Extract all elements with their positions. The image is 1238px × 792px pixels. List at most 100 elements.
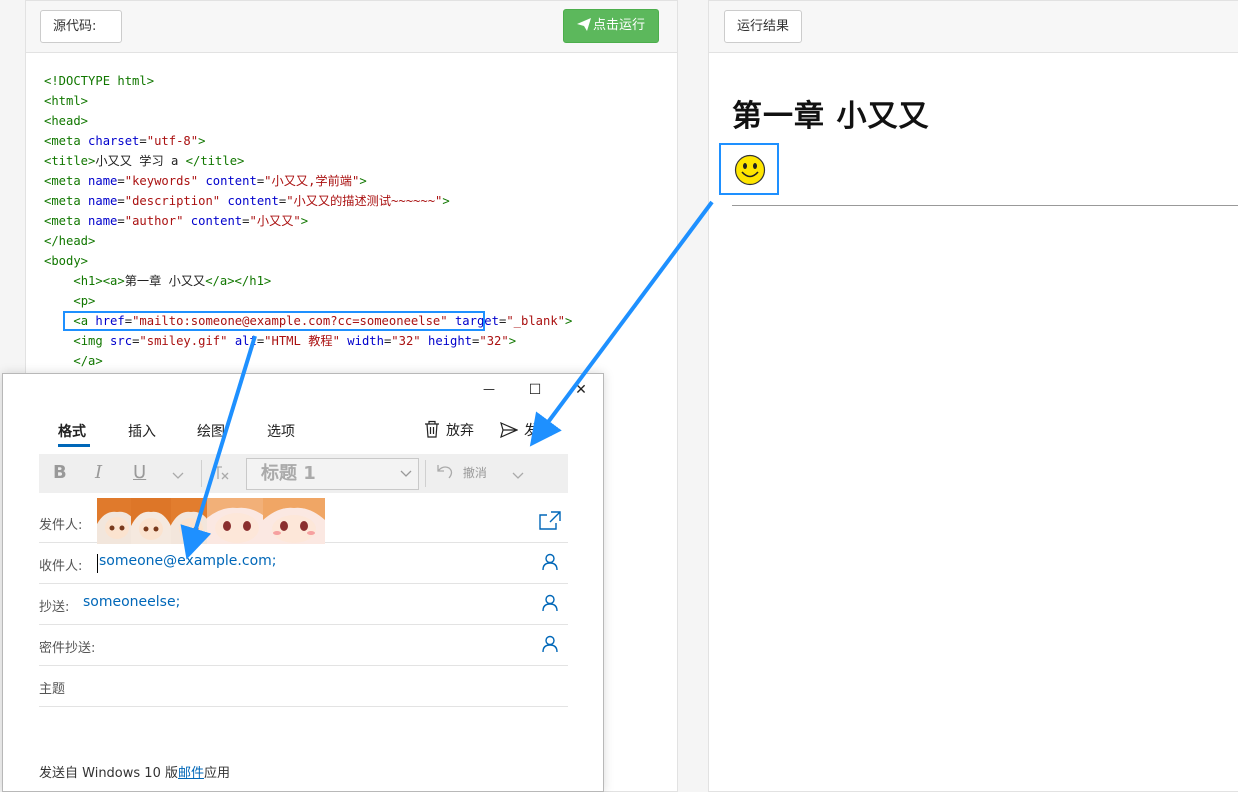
maximize-button[interactable]: ☐ xyxy=(521,382,549,398)
run-button-label: 点击运行 xyxy=(593,18,646,33)
popout-icon[interactable] xyxy=(538,510,562,534)
code-token: name xyxy=(88,174,118,188)
code-token: <body> xyxy=(44,254,89,268)
code-token: "_blank" xyxy=(506,314,566,328)
avatar xyxy=(263,498,325,544)
code-token: > xyxy=(508,334,517,348)
code-line: <body> xyxy=(44,251,572,271)
code-token: <meta xyxy=(44,194,89,208)
subject-label: 主题 xyxy=(39,682,66,697)
paper-plane-icon xyxy=(577,12,591,44)
tab-draw[interactable]: 绘图 xyxy=(197,421,225,441)
to-field[interactable]: someone@example.com; xyxy=(99,553,277,569)
code-token: "32" xyxy=(479,334,509,348)
avatar xyxy=(207,498,267,544)
mail-signature: 发送自 Windows 10 版邮件应用 xyxy=(39,762,230,781)
code-token: width xyxy=(347,334,384,348)
code-token: = xyxy=(117,194,125,208)
send-label: 发送 xyxy=(524,423,552,439)
avatar xyxy=(131,498,171,544)
mailto-highlight-box xyxy=(63,311,485,331)
source-code-label[interactable]: 源代码: xyxy=(40,10,122,43)
run-result-label[interactable]: 运行结果 xyxy=(724,10,803,43)
sender-avatars[interactable] xyxy=(97,498,325,544)
code-line: <!DOCTYPE html> xyxy=(44,71,572,91)
chevron-down-icon[interactable] xyxy=(512,464,524,485)
code-token: <h1><a> xyxy=(73,274,125,288)
code-token: </title> xyxy=(185,154,245,168)
code-token: content xyxy=(227,194,279,208)
tab-format[interactable]: 格式 xyxy=(58,421,86,441)
code-line: <html> xyxy=(44,91,572,111)
chevron-down-icon xyxy=(400,459,412,489)
code-line: <meta name="description" content="小又又的描述… xyxy=(44,191,572,211)
subject-row[interactable]: 主题 xyxy=(39,666,568,707)
code-token: = xyxy=(139,134,147,148)
heading-select-value: 标题 1 xyxy=(261,463,316,484)
code-token: "utf-8" xyxy=(146,134,199,148)
code-token: 小又又 学习 a xyxy=(95,154,186,168)
trash-icon xyxy=(425,420,439,438)
person-icon[interactable] xyxy=(542,553,558,575)
italic-button[interactable]: I xyxy=(95,462,102,483)
underline-button[interactable]: U xyxy=(133,462,146,483)
run-button[interactable]: 点击运行 xyxy=(563,9,660,44)
bold-button[interactable]: B xyxy=(53,462,67,483)
signature-prefix: 发送自 Windows 10 版 xyxy=(39,766,178,781)
code-line: </head> xyxy=(44,231,572,251)
close-button[interactable]: ✕ xyxy=(567,382,595,398)
send-button[interactable]: 发送 xyxy=(500,420,552,440)
code-token: content xyxy=(190,214,243,228)
text-cursor xyxy=(97,554,98,573)
heading-select[interactable]: 标题 1 xyxy=(246,458,419,490)
minimize-button[interactable]: — xyxy=(475,382,503,396)
cc-label: 抄送: xyxy=(39,600,70,615)
code-token: "description" xyxy=(124,194,221,208)
code-token: "小又又" xyxy=(249,214,301,228)
mail-compose-window: — ☐ ✕ 格式 插入 绘图 选项 放弃 发送 B I U 标题 1 撤消 发件… xyxy=(2,373,604,792)
discard-button[interactable]: 放弃 xyxy=(424,420,474,440)
code-token: <!DOCTYPE html> xyxy=(44,74,155,88)
horizontal-rule xyxy=(732,205,1238,206)
result-heading[interactable]: 第一章 小又又 xyxy=(732,91,929,135)
cc-field[interactable]: someoneelse; xyxy=(83,594,180,610)
code-token: <meta xyxy=(44,214,89,228)
clear-format-icon[interactable] xyxy=(212,464,230,487)
code-token: > xyxy=(565,314,573,328)
smiley-icon xyxy=(734,154,766,186)
code-line: <meta name="author" content="小又又"> xyxy=(44,211,572,231)
code-line: <h1><a>第一章 小又又</a></h1> xyxy=(44,271,572,291)
chevron-down-icon[interactable] xyxy=(172,464,184,485)
person-icon[interactable] xyxy=(542,635,558,657)
code-token: <meta xyxy=(44,134,89,148)
format-toolbar: B I U 标题 1 撤消 xyxy=(39,454,568,493)
code-token: alt xyxy=(234,334,257,348)
smiley-link[interactable] xyxy=(719,143,779,195)
result-panel: 运行结果 第一章 小又又 xyxy=(708,0,1238,792)
tab-insert[interactable]: 插入 xyxy=(128,421,156,441)
from-label: 发件人: xyxy=(39,518,83,533)
code-line: <p> xyxy=(44,291,572,311)
code-token: </head> xyxy=(44,234,96,248)
code-token: content xyxy=(205,174,257,188)
code-token: </a> xyxy=(73,354,103,368)
bcc-label: 密件抄送: xyxy=(39,641,96,656)
person-icon[interactable] xyxy=(542,594,558,616)
avatar xyxy=(171,498,211,544)
tab-options[interactable]: 选项 xyxy=(267,421,295,441)
code-token: height xyxy=(428,334,473,348)
code-token: "HTML 教程" xyxy=(264,334,340,348)
to-row[interactable]: 收件人: someone@example.com; xyxy=(39,543,568,584)
bcc-row[interactable]: 密件抄送: xyxy=(39,625,568,666)
code-token: <head> xyxy=(44,114,89,128)
cc-row[interactable]: 抄送: someoneelse; xyxy=(39,584,568,625)
code-token: name xyxy=(88,194,118,208)
code-token: > xyxy=(442,194,450,208)
undo-button[interactable]: 撤消 xyxy=(435,463,487,481)
code-token: <p> xyxy=(73,294,96,308)
mail-app-link[interactable]: 邮件 xyxy=(178,766,204,781)
code-token: "小又又的描述测试~~~~~~" xyxy=(286,194,443,208)
